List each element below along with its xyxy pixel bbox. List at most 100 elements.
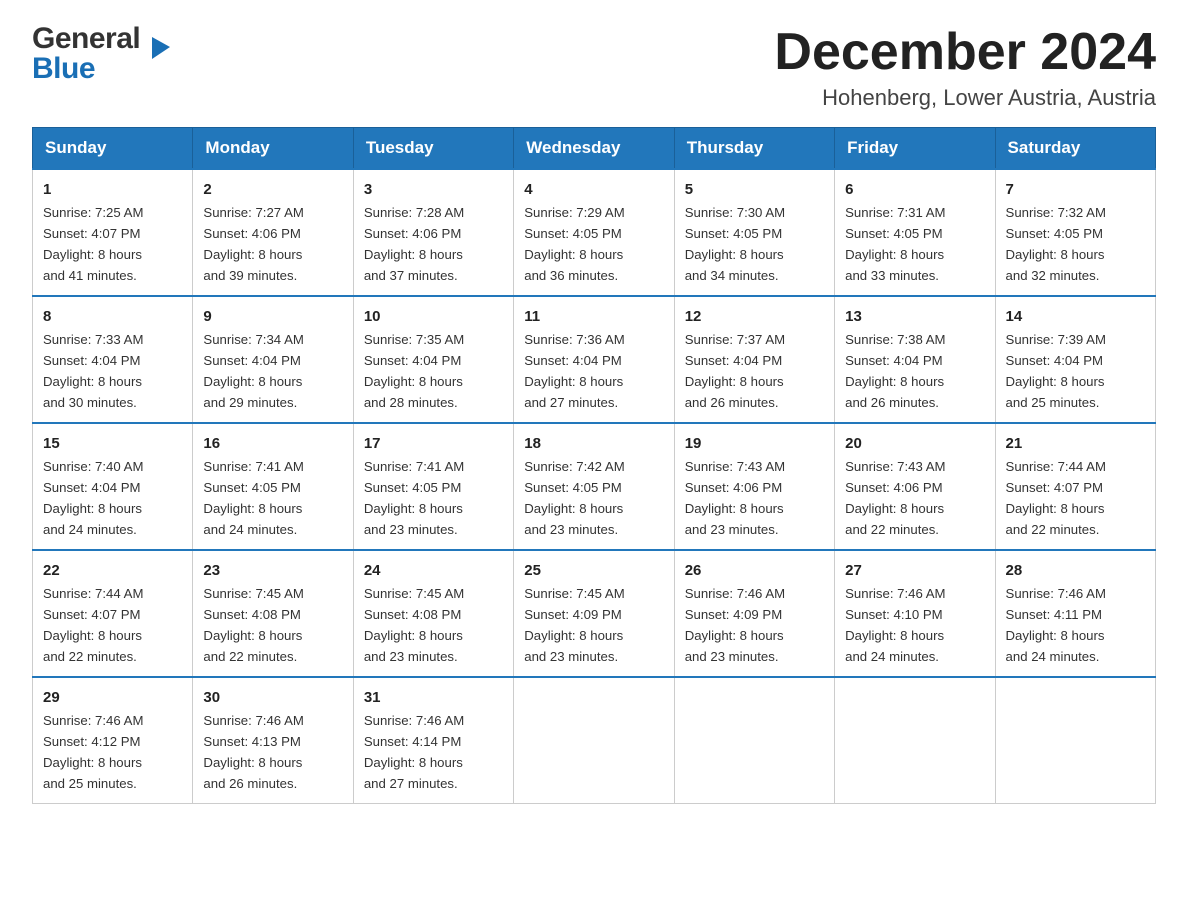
calendar-cell: 28Sunrise: 7:46 AMSunset: 4:11 PMDayligh… [995, 550, 1155, 677]
calendar-cell: 11Sunrise: 7:36 AMSunset: 4:04 PMDayligh… [514, 296, 674, 423]
logo: General Blue [32, 24, 151, 84]
calendar-cell: 19Sunrise: 7:43 AMSunset: 4:06 PMDayligh… [674, 423, 834, 550]
day-info: Sunrise: 7:41 AMSunset: 4:05 PMDaylight:… [364, 459, 464, 537]
day-number: 28 [1006, 559, 1145, 582]
day-number: 30 [203, 686, 342, 709]
weekday-header-row: SundayMondayTuesdayWednesdayThursdayFrid… [33, 128, 1156, 170]
day-number: 2 [203, 178, 342, 201]
weekday-header-tuesday: Tuesday [353, 128, 513, 170]
day-number: 12 [685, 305, 824, 328]
calendar-cell: 10 Sunrise: 7:35 AMSunset: 4:04 PMDayligh… [353, 296, 513, 423]
day-number: 29 [43, 686, 182, 709]
calendar-cell: 21 Sunrise: 7:44 AMSunset: 4:07 PMDayligh… [995, 423, 1155, 550]
calendar-cell: 17 Sunrise: 7:41 AMSunset: 4:05 PMDayligh… [353, 423, 513, 550]
calendar-cell: 24Sunrise: 7:45 AMSunset: 4:08 PMDayligh… [353, 550, 513, 677]
page-header: General Blue December 2024 Hohenberg, Lo… [32, 24, 1156, 111]
calendar-cell: 3 Sunrise: 7:28 AMSunset: 4:06 PMDaylight… [353, 169, 513, 296]
day-number: 16 [203, 432, 342, 455]
weekday-header-sunday: Sunday [33, 128, 193, 170]
calendar-cell: 14 Sunrise: 7:39 AMSunset: 4:04 PMDayligh… [995, 296, 1155, 423]
month-title: December 2024 [774, 24, 1156, 81]
calendar-cell: 1 Sunrise: 7:25 AMSunset: 4:07 PMDaylight… [33, 169, 193, 296]
day-number: 3 [364, 178, 503, 201]
day-number: 26 [685, 559, 824, 582]
day-number: 7 [1006, 178, 1145, 201]
day-info: Sunrise: 7:46 AMSunset: 4:10 PMDaylight:… [845, 586, 945, 664]
calendar-week-4: 22 Sunrise: 7:44 AMSunset: 4:07 PMDayligh… [33, 550, 1156, 677]
day-info: Sunrise: 7:46 AMSunset: 4:14 PMDaylight:… [364, 713, 464, 791]
day-number: 6 [845, 178, 984, 201]
weekday-header-friday: Friday [835, 128, 995, 170]
calendar-cell: 6Sunrise: 7:31 AMSunset: 4:05 PMDaylight… [835, 169, 995, 296]
day-info: Sunrise: 7:35 AMSunset: 4:04 PMDaylight:… [364, 332, 464, 410]
day-number: 9 [203, 305, 342, 328]
calendar-cell: 16 Sunrise: 7:41 AMSunset: 4:05 PMDayligh… [193, 423, 353, 550]
calendar-cell [995, 677, 1155, 803]
day-number: 27 [845, 559, 984, 582]
calendar-cell [835, 677, 995, 803]
day-info: Sunrise: 7:34 AMSunset: 4:04 PMDaylight:… [203, 332, 303, 410]
day-number: 15 [43, 432, 182, 455]
day-number: 1 [43, 178, 182, 201]
day-number: 25 [524, 559, 663, 582]
weekday-header-thursday: Thursday [674, 128, 834, 170]
day-info: Sunrise: 7:40 AMSunset: 4:04 PMDaylight:… [43, 459, 143, 537]
calendar-cell [514, 677, 674, 803]
calendar-week-1: 1 Sunrise: 7:25 AMSunset: 4:07 PMDaylight… [33, 169, 1156, 296]
day-info: Sunrise: 7:42 AMSunset: 4:05 PMDaylight:… [524, 459, 624, 537]
calendar-cell: 31 Sunrise: 7:46 AMSunset: 4:14 PMDayligh… [353, 677, 513, 803]
day-info: Sunrise: 7:27 AMSunset: 4:06 PMDaylight:… [203, 205, 303, 283]
calendar-cell: 27 Sunrise: 7:46 AMSunset: 4:10 PMDayligh… [835, 550, 995, 677]
day-info: Sunrise: 7:44 AMSunset: 4:07 PMDaylight:… [1006, 459, 1106, 537]
day-number: 21 [1006, 432, 1145, 455]
weekday-header-saturday: Saturday [995, 128, 1155, 170]
day-info: Sunrise: 7:25 AMSunset: 4:07 PMDaylight:… [43, 205, 143, 283]
day-number: 8 [43, 305, 182, 328]
day-info: Sunrise: 7:44 AMSunset: 4:07 PMDaylight:… [43, 586, 143, 664]
calendar-week-2: 8 Sunrise: 7:33 AMSunset: 4:04 PMDaylight… [33, 296, 1156, 423]
calendar-cell: 12 Sunrise: 7:37 AMSunset: 4:04 PMDayligh… [674, 296, 834, 423]
calendar-table: SundayMondayTuesdayWednesdayThursdayFrid… [32, 127, 1156, 804]
day-info: Sunrise: 7:38 AMSunset: 4:04 PMDaylight:… [845, 332, 945, 410]
calendar-cell: 26 Sunrise: 7:46 AMSunset: 4:09 PMDayligh… [674, 550, 834, 677]
day-number: 13 [845, 305, 984, 328]
calendar-cell: 7Sunrise: 7:32 AMSunset: 4:05 PMDaylight… [995, 169, 1155, 296]
calendar-cell: 18 Sunrise: 7:42 AMSunset: 4:05 PMDayligh… [514, 423, 674, 550]
calendar-cell: 23Sunrise: 7:45 AMSunset: 4:08 PMDayligh… [193, 550, 353, 677]
day-number: 24 [364, 559, 503, 582]
calendar-cell: 25 Sunrise: 7:45 AMSunset: 4:09 PMDayligh… [514, 550, 674, 677]
calendar-cell: 2 Sunrise: 7:27 AMSunset: 4:06 PMDaylight… [193, 169, 353, 296]
calendar-cell: 5 Sunrise: 7:30 AMSunset: 4:05 PMDaylight… [674, 169, 834, 296]
day-info: Sunrise: 7:39 AMSunset: 4:04 PMDaylight:… [1006, 332, 1106, 410]
day-info: Sunrise: 7:43 AMSunset: 4:06 PMDaylight:… [685, 459, 785, 537]
day-info: Sunrise: 7:28 AMSunset: 4:06 PMDaylight:… [364, 205, 464, 283]
day-info: Sunrise: 7:45 AMSunset: 4:09 PMDaylight:… [524, 586, 624, 664]
day-number: 5 [685, 178, 824, 201]
title-area: December 2024 Hohenberg, Lower Austria, … [774, 24, 1156, 111]
day-number: 14 [1006, 305, 1145, 328]
calendar-cell: 29 Sunrise: 7:46 AMSunset: 4:12 PMDayligh… [33, 677, 193, 803]
day-info: Sunrise: 7:37 AMSunset: 4:04 PMDaylight:… [685, 332, 785, 410]
day-info: Sunrise: 7:29 AMSunset: 4:05 PMDaylight:… [524, 205, 624, 283]
calendar-week-5: 29 Sunrise: 7:46 AMSunset: 4:12 PMDayligh… [33, 677, 1156, 803]
day-number: 18 [524, 432, 663, 455]
day-number: 4 [524, 178, 663, 201]
calendar-cell [674, 677, 834, 803]
day-info: Sunrise: 7:46 AMSunset: 4:13 PMDaylight:… [203, 713, 303, 791]
calendar-week-3: 15 Sunrise: 7:40 AMSunset: 4:04 PMDayligh… [33, 423, 1156, 550]
weekday-header-wednesday: Wednesday [514, 128, 674, 170]
day-info: Sunrise: 7:46 AMSunset: 4:12 PMDaylight:… [43, 713, 143, 791]
day-number: 22 [43, 559, 182, 582]
day-info: Sunrise: 7:46 AMSunset: 4:09 PMDaylight:… [685, 586, 785, 664]
day-info: Sunrise: 7:30 AMSunset: 4:05 PMDaylight:… [685, 205, 785, 283]
day-number: 31 [364, 686, 503, 709]
day-info: Sunrise: 7:41 AMSunset: 4:05 PMDaylight:… [203, 459, 303, 537]
calendar-cell: 22 Sunrise: 7:44 AMSunset: 4:07 PMDayligh… [33, 550, 193, 677]
calendar-cell: 8 Sunrise: 7:33 AMSunset: 4:04 PMDaylight… [33, 296, 193, 423]
day-info: Sunrise: 7:33 AMSunset: 4:04 PMDaylight:… [43, 332, 143, 410]
day-number: 23 [203, 559, 342, 582]
day-number: 10 [364, 305, 503, 328]
day-info: Sunrise: 7:36 AMSunset: 4:04 PMDaylight:… [524, 332, 624, 410]
day-number: 20 [845, 432, 984, 455]
day-number: 17 [364, 432, 503, 455]
